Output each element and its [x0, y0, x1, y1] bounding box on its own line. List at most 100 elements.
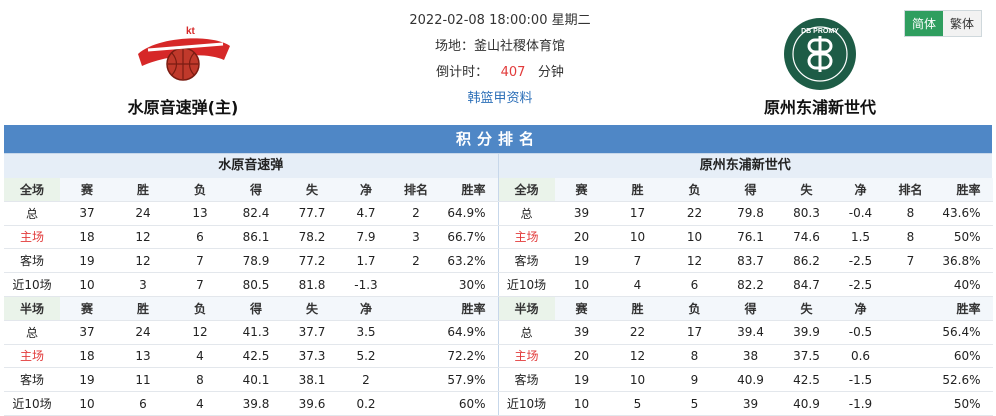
table-cell — [886, 272, 935, 297]
countdown-label: 倒计时： — [436, 65, 489, 80]
table-cell: 78.2 — [284, 225, 340, 250]
table-cell: 7 — [886, 248, 935, 274]
table-cell: 66.7% — [440, 225, 498, 250]
match-info: 2022-02-08 18:00:00 星期二 场地：釜山社稷体育馆 倒计时： … — [340, 8, 660, 112]
table-row: 近10场 10 6 4 39.8 39.6 0.2 60% — [4, 391, 498, 416]
countdown-unit: 分钟 — [537, 65, 564, 80]
match-venue: 场地：釜山社稷体育馆 — [434, 39, 565, 54]
table-cell: -1.9 — [834, 391, 887, 416]
table-cell: 3.5 — [340, 320, 392, 345]
table-cell: 11 — [114, 367, 172, 393]
table-row: 主场 20 12 8 38 37.5 0.6 60% — [498, 344, 993, 369]
table-cell: 19 — [60, 367, 114, 393]
table-cell: 2 — [392, 248, 440, 274]
match-datetime: 2022-02-08 18:00:00 星期二 — [409, 13, 591, 28]
table-cell: 39.6 — [284, 391, 340, 416]
table-cell: 77.2 — [284, 248, 340, 274]
table-cell: 41.3 — [228, 320, 284, 345]
home-standings-table: 全场赛胜负得失净排名 胜率总 37 24 13 82.4 77.7 4.7 2 64.9% 主场 18… — [4, 178, 499, 416]
column-header — [392, 296, 440, 321]
table-cell: 7 — [172, 248, 228, 274]
table-cell — [886, 391, 935, 416]
table-cell: 43.6% — [934, 201, 993, 226]
lang-simplified-button[interactable]: 简体 — [904, 11, 943, 36]
away-team-block: DB PROMY 原州东浦新世代 — [720, 16, 920, 118]
column-header: 净 — [340, 178, 392, 202]
table-cell: 24 — [114, 320, 172, 345]
table-cell: 6 — [172, 225, 228, 250]
table-cell: 39.4 — [722, 320, 779, 345]
table-cell: 1.5 — [834, 225, 887, 250]
row-label: 近10场 — [498, 391, 555, 416]
table-cell: 12 — [666, 248, 723, 274]
away-team-name[interactable]: 原州东浦新世代 — [720, 94, 920, 118]
row-label: 客场 — [498, 367, 555, 393]
table-cell: 12 — [114, 248, 172, 274]
table-row: 主场 20 10 10 76.1 74.6 1.5 8 50% — [498, 225, 993, 250]
table-header-row: 半场赛胜负得失净 胜率 — [498, 296, 993, 321]
svg-text:kt: kt — [186, 26, 196, 37]
table-cell: 17 — [666, 320, 723, 345]
row-label: 主场 — [4, 225, 60, 250]
column-header: 胜 — [114, 178, 172, 202]
table-cell: 40% — [934, 272, 993, 297]
table-row: 总 39 22 17 39.4 39.9 -0.5 56.4% — [498, 320, 993, 345]
home-team-block: kt 水原音速弹(主) — [83, 16, 283, 118]
standings-panel: 积分排名 水原音速弹 原州东浦新世代 全场赛胜负得失净排名 胜率总 37 24 13 82… — [4, 125, 993, 416]
lang-traditional-button[interactable]: 繁体 — [942, 11, 981, 36]
table-cell: 4 — [608, 272, 667, 297]
table-cell: 13 — [172, 201, 228, 226]
table-row: 客场 19 7 12 83.7 86.2 -2.5 7 36.8% — [498, 248, 993, 274]
table-cell: 8 — [886, 225, 935, 250]
table-cell: 39 — [722, 391, 779, 416]
table-cell: 6 — [666, 272, 723, 297]
table-cell — [886, 367, 935, 393]
away-team-logo[interactable]: DB PROMY — [720, 16, 920, 92]
table-cell: 1.7 — [340, 248, 392, 274]
table-cell: 7 — [608, 248, 667, 274]
table-cell: -1.5 — [834, 367, 887, 393]
column-header: 全场 — [498, 178, 555, 202]
column-header: 得 — [722, 296, 779, 321]
column-header: 胜 — [608, 296, 667, 321]
table-cell: 60% — [934, 344, 993, 369]
column-header: 赛 — [60, 296, 114, 321]
table-row: 主场 18 13 4 42.5 37.3 5.2 72.2% — [4, 344, 498, 369]
table-cell: 19 — [60, 248, 114, 274]
table-cell: 4 — [172, 344, 228, 369]
away-standings-table: 全场赛胜负得失净排名 胜率总 39 17 22 79.8 80.3 -0.4 8 43.6% 主场 2… — [498, 178, 993, 416]
table-cell: 64.9% — [440, 320, 498, 345]
column-header: 半场 — [4, 296, 60, 321]
league-info-link[interactable]: 韩篮甲资料 — [340, 86, 660, 112]
column-header: 负 — [666, 178, 723, 202]
column-header: 赛 — [60, 178, 114, 202]
table-cell: 39 — [554, 320, 609, 345]
table-cell: 20 — [554, 225, 609, 250]
table-header-row: 全场赛胜负得失净排名 胜率 — [4, 178, 498, 202]
table-cell: 36.8% — [934, 248, 993, 274]
table-header-row: 全场赛胜负得失净排名 胜率 — [498, 178, 993, 202]
table-cell: 12 — [114, 225, 172, 250]
away-standings-team: 原州东浦新世代 — [699, 158, 791, 173]
row-label: 总 — [498, 201, 555, 226]
table-cell — [886, 320, 935, 345]
table-header-row: 半场赛胜负得失净 胜率 — [4, 296, 498, 321]
table-cell: 7.9 — [340, 225, 392, 250]
table-cell: 2 — [340, 367, 392, 393]
table-cell: 40.1 — [228, 367, 284, 393]
table-cell: 39.9 — [778, 320, 835, 345]
table-cell: 37.3 — [284, 344, 340, 369]
home-standings-team: 水原音速弹 — [4, 154, 499, 178]
table-cell: 22 — [608, 320, 667, 345]
column-header: 得 — [228, 178, 284, 202]
table-cell: 20 — [554, 344, 609, 369]
column-header: 赛 — [554, 178, 609, 202]
home-team-logo[interactable]: kt — [83, 16, 283, 92]
table-cell: 82.2 — [722, 272, 779, 297]
home-team-name[interactable]: 水原音速弹(主) — [83, 94, 283, 118]
language-switch: 简体 繁体 — [903, 10, 982, 37]
table-row: 客场 19 10 9 40.9 42.5 -1.5 52.6% — [498, 367, 993, 393]
table-cell: 82.4 — [228, 201, 284, 226]
table-cell: 84.7 — [778, 272, 835, 297]
table-cell: 72.2% — [440, 344, 498, 369]
